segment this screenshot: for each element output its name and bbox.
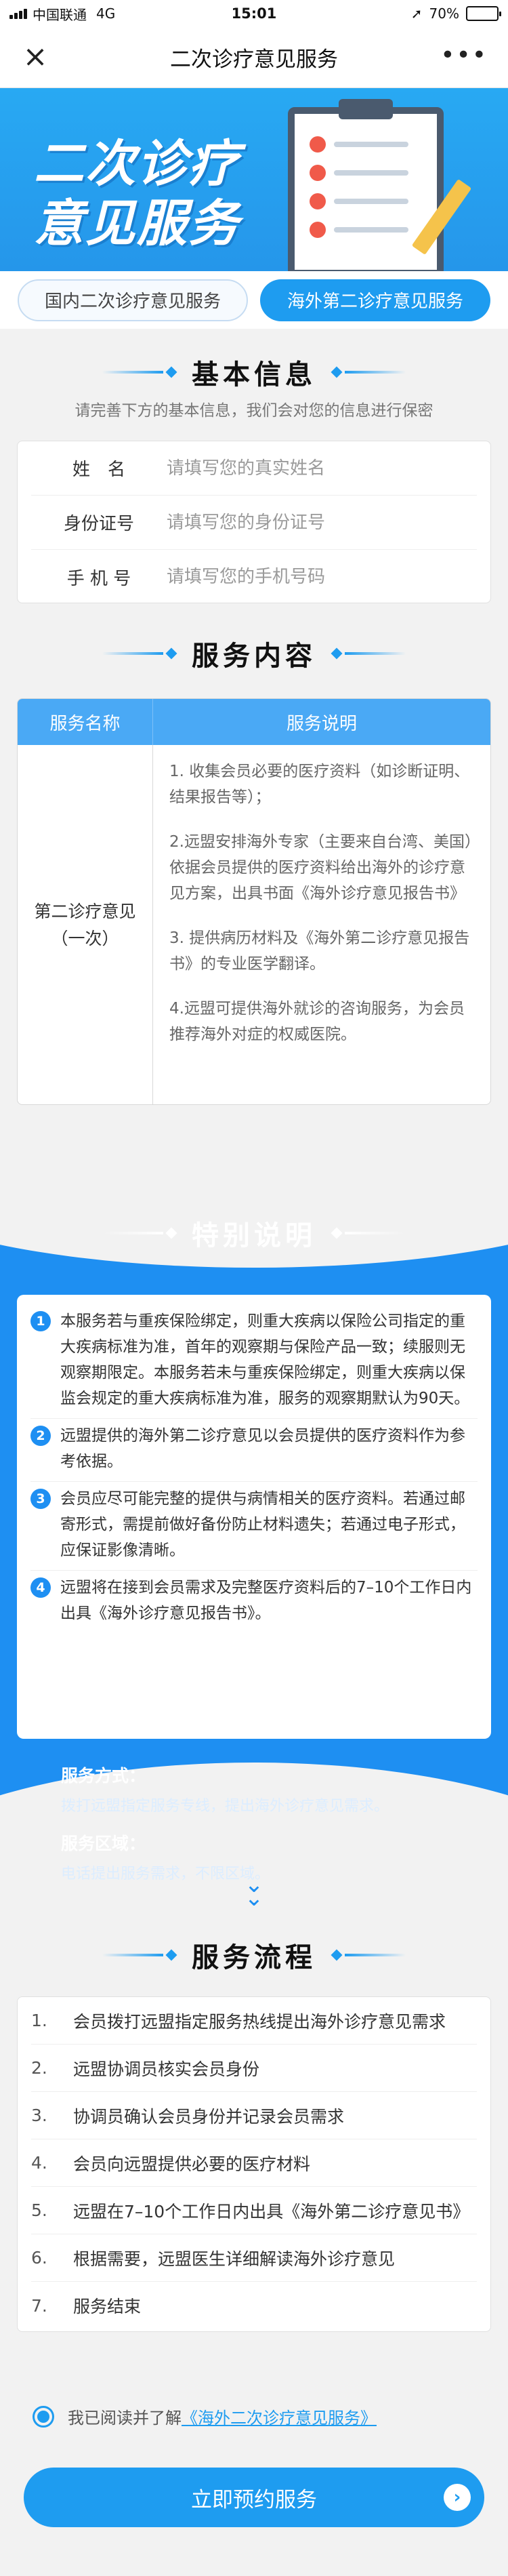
- name-row: 姓 名: [31, 441, 477, 496]
- name-input[interactable]: [167, 458, 465, 479]
- process-step: 7. 服务结束: [31, 2282, 477, 2329]
- chevron-down-icon[interactable]: ⌄ ⌄: [240, 1873, 268, 1910]
- process-step: 4. 会员向远盟提供必要的医疗材料: [31, 2139, 477, 2187]
- service-content-title: 服务内容: [192, 641, 316, 672]
- book-service-label: 立即预约服务: [191, 2487, 317, 2512]
- note-item: 2 远盟提供的海外第二诊疗意见以会员提供的医疗资料作为参考依据。: [30, 1419, 478, 1482]
- service-item: 4.远盟可提供海外就诊的咨询服务，为会员推荐海外对症的权威医院。: [169, 1000, 465, 1043]
- step-text: 会员向远盟提供必要的医疗材料: [73, 2154, 311, 2174]
- nav-bar: × 二次诊疗意见服务 •••: [0, 27, 508, 88]
- process-step: 3. 协调员确认会员身份并记录会员需求: [31, 2092, 477, 2139]
- service-table-row: 第二诊疗意见 （一次） 1. 收集会员必要的医疗资料（如诊断证明、结果报告等）；…: [18, 745, 490, 1104]
- step-text: 服务结束: [73, 2297, 142, 2316]
- phone-label: 手 机 号: [66, 568, 131, 589]
- radio-checked-icon: [37, 2410, 49, 2423]
- service-method-value: 拨打远盟指定服务专线，提出海外诊疗意见需求。: [61, 1798, 389, 1815]
- process-title: 服务流程: [192, 1942, 316, 1973]
- service-item: 1. 收集会员必要的医疗资料（如诊断证明、结果报告等）；: [169, 763, 470, 806]
- tab-domestic[interactable]: 国内二次诊疗意见服务: [18, 279, 248, 321]
- hero-banner: 二次诊疗 意见服务: [0, 88, 508, 271]
- service-table-header: 服务名称 服务说明: [18, 699, 490, 745]
- step-number: 1.: [31, 2011, 47, 2030]
- service-method: 服务方式： 拨打远盟指定服务专线，提出海外诊疗意见需求。: [61, 1763, 389, 1815]
- service-tabs: 国内二次诊疗意见服务 海外第二诊疗意见服务: [0, 271, 508, 329]
- banner-title-line2: 意见服务: [34, 195, 240, 253]
- phone-input[interactable]: [167, 567, 465, 587]
- basic-info-form: 姓 名 身份证号 手 机 号: [17, 441, 491, 603]
- arrow-right-icon: ›: [444, 2484, 471, 2511]
- special-notes-title: 特别说明: [192, 1220, 316, 1251]
- note-text: 远盟将在接到会员需求及完整医疗资料后的7–10个工作日内出具《海外诊疗意见报告书…: [60, 1579, 472, 1622]
- agreement-link[interactable]: 《海外二次诊疗意见服务》: [182, 2409, 377, 2428]
- column-header-name: 服务名称: [18, 699, 153, 745]
- note-number-badge: 1: [30, 1311, 51, 1331]
- process-step: 6. 根据需要，远盟医生详细解读海外诊疗意见: [31, 2234, 477, 2282]
- step-text: 协调员确认会员身份并记录会员需求: [73, 2106, 345, 2127]
- service-area-value: 电话提出服务需求，不限区域。: [61, 1866, 270, 1883]
- step-number: 2.: [31, 2058, 47, 2078]
- note-text: 本服务若与重疾保险绑定，则重大疾病以保险公司指定的重大疾病标准为准，首年的观察期…: [60, 1312, 470, 1407]
- clipboard-clip-icon: [339, 99, 393, 119]
- note-text: 会员应尽可能完整的提供与病情相关的医疗资料。若通过邮寄形式，需提前做好备份防止材…: [60, 1490, 465, 1559]
- basic-info-title: 基本信息: [192, 359, 316, 390]
- note-number-badge: 3: [30, 1489, 51, 1509]
- service-area-label: 服务区域：: [61, 1834, 146, 1853]
- id-row: 身份证号: [31, 496, 477, 550]
- special-notes-card: 1 本服务若与重疾保险绑定，则重大疾病以保险公司指定的重大疾病标准为准，首年的观…: [17, 1295, 491, 1739]
- close-icon[interactable]: ×: [20, 42, 50, 72]
- service-item: 3. 提供病历材料及《海外第二诊疗意见报告书》的专业医学翻译。: [169, 929, 470, 973]
- agreement-prefix: 我已阅读并了解: [68, 2409, 182, 2428]
- name-label: 姓 名: [72, 460, 125, 480]
- service-name-cell: 第二诊疗意见 （一次）: [18, 745, 153, 1104]
- step-text: 根据需要，远盟医生详细解读海外诊疗意见: [73, 2249, 396, 2269]
- step-number: 4.: [31, 2153, 47, 2173]
- id-label: 身份证号: [63, 514, 134, 534]
- more-icon[interactable]: •••: [440, 43, 488, 68]
- step-text: 远盟在7–10个工作日内出具《海外第二诊疗意见书》: [73, 2201, 470, 2221]
- service-content-heading: 服务内容: [0, 634, 508, 673]
- process-heading: 服务流程: [0, 1935, 508, 1975]
- process-list: 1. 会员拨打远盟指定服务热线提出海外诊疗意见需求 2. 远盟协调员核实会员身份 3…: [17, 1996, 491, 2332]
- service-table: 服务名称 服务说明 第二诊疗意见 （一次） 1. 收集会员必要的医疗资料（如诊断…: [17, 698, 491, 1105]
- id-number-input[interactable]: [167, 512, 465, 533]
- process-step: 5. 远盟在7–10个工作日内出具《海外第二诊疗意见书》: [31, 2187, 477, 2234]
- service-method-label: 服务方式：: [61, 1766, 146, 1786]
- process-step: 1. 会员拨打远盟指定服务热线提出海外诊疗意见需求: [31, 1997, 477, 2045]
- tab-overseas[interactable]: 海外第二诊疗意见服务: [260, 279, 490, 321]
- service-desc-cell: 1. 收集会员必要的医疗资料（如诊断证明、结果报告等）； 2.远盟安排海外专家（…: [153, 745, 490, 1104]
- book-service-button[interactable]: 立即预约服务 ›: [24, 2468, 484, 2527]
- basic-info-heading: 基本信息: [0, 353, 508, 392]
- note-text: 远盟提供的海外第二诊疗意见以会员提供的医疗资料作为参考依据。: [60, 1427, 465, 1470]
- step-number: 6.: [31, 2248, 47, 2268]
- step-number: 3.: [31, 2106, 47, 2125]
- agreement-row: 我已阅读并了解《海外二次诊疗意见服务》: [33, 2404, 377, 2428]
- note-number-badge: 4: [30, 1577, 51, 1598]
- status-bar: 中国联通 4G 15:01 ➚ 70%: [0, 0, 508, 27]
- basic-info-subtitle: 请完善下方的基本信息，我们会对您的信息进行保密: [75, 402, 433, 420]
- step-text: 会员拨打远盟指定服务热线提出海外诊疗意见需求: [73, 2011, 446, 2032]
- note-item: 4 远盟将在接到会员需求及完整医疗资料后的7–10个工作日内出具《海外诊疗意见报…: [30, 1571, 478, 1633]
- agreement-radio[interactable]: [33, 2405, 54, 2428]
- step-text: 远盟协调员核实会员身份: [73, 2059, 260, 2079]
- process-step: 2. 远盟协调员核实会员身份: [31, 2045, 477, 2092]
- step-number: 5.: [31, 2200, 47, 2220]
- step-number: 7.: [31, 2295, 47, 2316]
- note-item: 1 本服务若与重疾保险绑定，则重大疾病以保险公司指定的重大疾病标准为准，首年的观…: [30, 1304, 478, 1419]
- phone-row: 手 机 号: [31, 550, 477, 604]
- service-area: 服务区域： 电话提出服务需求，不限区域。: [61, 1830, 270, 1883]
- column-header-desc: 服务说明: [286, 713, 357, 734]
- special-notes-heading: 特别说明: [0, 1213, 508, 1253]
- note-item: 3 会员应尽可能完整的提供与病情相关的医疗资料。若通过邮寄形式，需提前做好备份防…: [30, 1482, 478, 1571]
- page-title: 二次诊疗意见服务: [170, 47, 338, 72]
- service-item: 2.远盟安排海外专家（主要来自台湾、美国）依据会员提供的医疗资料给出海外的诊疗意…: [169, 833, 473, 902]
- clock: 15:01: [231, 5, 277, 22]
- note-number-badge: 2: [30, 1426, 51, 1446]
- battery-icon: [466, 6, 501, 21]
